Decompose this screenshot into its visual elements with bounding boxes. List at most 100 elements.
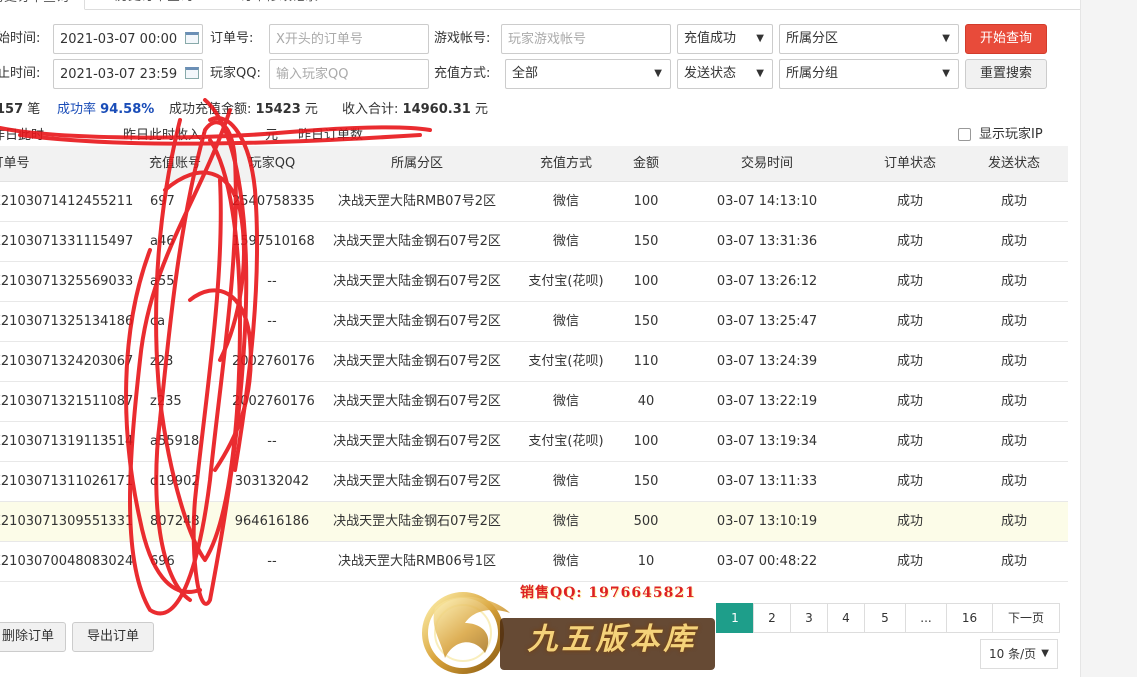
- table-row[interactable]: X2103070048083024 696 -- 决战天罡大陆RMB06号1区 微信 10…: [0, 542, 1068, 582]
- cell-amount: 40: [637, 394, 655, 409]
- table-row[interactable]: X2103071325134186 ca -- 决战天罡大陆金钢石07号2区 微信 150…: [0, 302, 1068, 342]
- delete-orders-button[interactable]: 删除订单: [0, 622, 66, 652]
- page-size-value: 10 条/页: [989, 647, 1037, 661]
- cell-qq: --: [267, 314, 277, 329]
- show-ip-checkbox[interactable]: [958, 128, 971, 141]
- page-2-button[interactable]: 2: [753, 603, 791, 633]
- table-row[interactable]: X2103071309551331 807248 964616186 决战天罡大陆金钢…: [0, 502, 1068, 542]
- cell-qq: 2002760176: [232, 394, 315, 409]
- watermark-brand: 九五版本库: [527, 622, 698, 657]
- col-method: 充值方式: [539, 156, 592, 171]
- cell-order-status: 成功: [896, 474, 923, 489]
- cell-method: 微信: [552, 234, 579, 249]
- cell-account: 697: [150, 194, 175, 209]
- next-page-button[interactable]: 下一页: [992, 603, 1060, 633]
- recharge-status-select[interactable]: 充值成功 ▼: [677, 24, 773, 54]
- cell-order-status: 成功: [896, 314, 923, 329]
- table-row[interactable]: X2103071311026171 d19902 303132042 决战天罡大陆金钢…: [0, 462, 1068, 502]
- group-select[interactable]: 所属分组 ▼: [779, 59, 959, 89]
- cell-order-status: 成功: [896, 234, 923, 249]
- col-zone: 所属分区: [390, 156, 443, 171]
- cell-qq: 2002760176: [232, 354, 315, 369]
- col-account: 充值账号: [148, 156, 201, 171]
- recharge-status-value: 充值成功: [684, 31, 737, 46]
- page-5-button[interactable]: 5: [864, 603, 906, 633]
- table-row[interactable]: X2103071325569033 a55 -- 决战天罡大陆金钢石07号2区 支付宝(…: [0, 262, 1068, 302]
- table-row[interactable]: X2103071331115497 a46 1597510168 决战天罡大陆金钢石0…: [0, 222, 1068, 262]
- col-order-number: 订单号: [0, 156, 30, 171]
- start-time-input[interactable]: [53, 24, 203, 54]
- send-status-select[interactable]: 发送状态 ▼: [677, 59, 773, 89]
- table-row[interactable]: X2103071412455211 697 2540758335 决战天罡大陆RMB0…: [0, 182, 1068, 222]
- player-qq-input[interactable]: [269, 59, 429, 89]
- export-orders-button[interactable]: 导出订单: [72, 622, 154, 652]
- recharge-method-value: 全部: [512, 66, 539, 81]
- end-time-input[interactable]: [53, 59, 203, 89]
- game-account-input[interactable]: [501, 24, 671, 54]
- cell-zone: 决战天罡大陆RMB07号2区: [338, 194, 496, 209]
- cell-zone: 决战天罡大陆金钢石07号2区: [333, 274, 501, 289]
- tab-history-query-1[interactable]: 历史订单查询: [0, 0, 85, 10]
- cell-time: 03-07 13:24:39: [716, 354, 818, 369]
- cell-amount: 110: [633, 354, 659, 369]
- cell-time: 03-07 13:10:19: [716, 514, 818, 529]
- chevron-down-icon: ▼: [942, 33, 950, 44]
- tab-history-query-2[interactable]: 历史订单查询: [105, 0, 215, 10]
- cell-qq: 1597510168: [232, 234, 315, 249]
- col-qq: 玩家QQ: [248, 156, 296, 171]
- player-qq-label: 玩家QQ:: [210, 66, 261, 81]
- table-row[interactable]: X2103071324203067 z23 2002760176 决战天罡大陆金钢石0…: [0, 342, 1068, 382]
- cell-zone: 决战天罡大陆金钢石07号2区: [333, 394, 501, 409]
- col-time: 交易时间: [740, 156, 793, 171]
- page-3-button[interactable]: 3: [790, 603, 828, 633]
- calendar-icon[interactable]: [185, 32, 199, 44]
- tab-order-changes[interactable]: 订单修改记录: [230, 0, 340, 10]
- cell-method: 微信: [552, 394, 579, 409]
- cell-amount: 100: [633, 194, 659, 209]
- cell-send-status: 成功: [1000, 514, 1027, 529]
- yesterday-income-label: 昨日此时收入:: [123, 128, 206, 143]
- table-row[interactable]: X2103071319113514 a55918 -- 决战天罡大陆金钢石07号2区 支…: [0, 422, 1068, 462]
- cell-order-status: 成功: [896, 274, 923, 289]
- page-16-button[interactable]: 16: [946, 603, 993, 633]
- cell-order-number: X2103071324203067: [0, 354, 134, 369]
- search-button[interactable]: 开始查询: [965, 24, 1047, 54]
- cell-order-number: X2103071412455211: [0, 194, 134, 209]
- show-ip-label: 显示玩家IP: [979, 127, 1043, 142]
- cell-order-status: 成功: [896, 354, 923, 369]
- cell-time: 03-07 13:22:19: [716, 394, 818, 409]
- group-select-value: 所属分组: [786, 66, 839, 81]
- cell-zone: 决战天罡大陆金钢石07号2区: [333, 234, 501, 249]
- recharge-method-select[interactable]: 全部 ▼: [505, 59, 671, 89]
- cell-order-status: 成功: [896, 514, 923, 529]
- cell-amount: 500: [633, 514, 659, 529]
- table-row[interactable]: X2103071321511087 z235 2002760176 决战天罡大陆金钢石…: [0, 382, 1068, 422]
- order-count: 157 笔: [0, 102, 41, 117]
- cell-time: 03-07 13:31:36: [716, 234, 818, 249]
- reset-button[interactable]: 重置搜索: [965, 59, 1047, 89]
- page-ellipsis: ...: [905, 603, 947, 633]
- cell-qq: --: [267, 434, 277, 449]
- cell-zone: 决战天罡大陆金钢石07号2区: [333, 354, 501, 369]
- cell-send-status: 成功: [1000, 234, 1027, 249]
- cell-method: 微信: [552, 314, 579, 329]
- page-size-select[interactable]: 10 条/页 ▼: [980, 639, 1058, 669]
- page-4-button[interactable]: 4: [827, 603, 865, 633]
- send-status-value: 发送状态: [684, 66, 737, 81]
- zone-select-value: 所属分区: [786, 31, 839, 46]
- table-header: 订单号 充值账号 玩家QQ 所属分区 充值方式 金额 交易时间 订单状态 发送状…: [0, 146, 1068, 182]
- zone-select[interactable]: 所属分区 ▼: [779, 24, 959, 54]
- cell-send-status: 成功: [1000, 314, 1027, 329]
- cell-order-number: X2103071321511087: [0, 394, 134, 409]
- cell-order-status: 成功: [896, 434, 923, 449]
- chevron-down-icon: ▼: [654, 68, 662, 79]
- cell-order-number: X2103071309551331: [0, 514, 134, 529]
- calendar-icon[interactable]: [185, 67, 199, 79]
- game-account-label: 游戏帐号:: [434, 31, 491, 46]
- yesterday-label: 昨日此时: [0, 128, 45, 143]
- cell-time: 03-07 14:13:10: [716, 194, 818, 209]
- show-player-ip[interactable]: 显示玩家IP: [958, 127, 1043, 143]
- right-gutter: [1080, 0, 1137, 677]
- cell-amount: 150: [633, 234, 659, 249]
- order-number-input[interactable]: [269, 24, 429, 54]
